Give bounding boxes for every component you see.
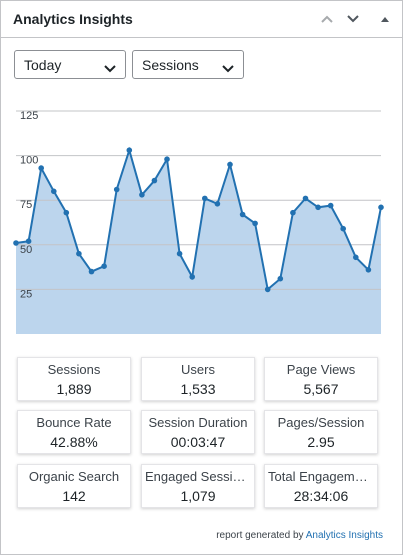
data-point[interactable]	[126, 147, 133, 153]
period-select-value: Today	[24, 56, 62, 73]
stat-label: Sessions	[47, 362, 101, 377]
data-point[interactable]	[340, 225, 347, 232]
y-tick-label: 25	[20, 288, 32, 300]
chevron-up-icon[interactable]	[317, 9, 337, 29]
chevron-down-icon	[104, 60, 116, 76]
stat-value: 00:03:47	[170, 434, 226, 450]
stat-label: Organic Search	[28, 469, 120, 484]
y-tick-label: 50	[20, 244, 32, 256]
data-point[interactable]	[365, 267, 372, 273]
data-point[interactable]	[38, 165, 44, 171]
data-point[interactable]	[189, 274, 195, 280]
data-point[interactable]	[264, 286, 271, 293]
stat-label: Session Duration	[148, 415, 248, 430]
data-point[interactable]	[214, 201, 221, 207]
stat-value: 2.95	[307, 434, 335, 450]
report-footer: report generated by Analytics Insights	[216, 530, 383, 541]
footer-link[interactable]: Analytics Insights	[306, 530, 383, 541]
stat-card: Organic Search 142	[17, 464, 131, 508]
y-tick-label: 100	[20, 155, 38, 167]
data-point[interactable]	[88, 268, 95, 275]
widget-title: Analytics Insights	[13, 11, 133, 27]
data-point[interactable]	[277, 275, 284, 282]
stat-card: Engaged Sessions 1,079	[141, 464, 255, 508]
chevron-down-icon	[222, 60, 234, 76]
data-point[interactable]	[151, 177, 158, 184]
widget-header: Analytics Insights	[1, 1, 402, 38]
y-tick-label: 125	[20, 110, 38, 122]
stat-value: 142	[62, 488, 86, 504]
stat-card: Page Views 5,567	[264, 357, 378, 401]
stat-card: Users 1,533	[141, 357, 255, 401]
stat-label: Pages/Session	[277, 415, 365, 430]
metric-select[interactable]: Sessions	[132, 50, 244, 79]
data-point[interactable]	[164, 156, 170, 162]
stat-label: Users	[181, 362, 215, 377]
data-point[interactable]	[139, 192, 145, 198]
stat-value: 1,079	[180, 488, 216, 504]
stat-value: 42.88%	[50, 434, 98, 450]
data-point[interactable]	[176, 250, 183, 257]
stat-label: Bounce Rate	[36, 415, 112, 430]
stat-card: Total Engagement Time 28:34:06	[264, 464, 378, 508]
footer-text: report generated by	[216, 530, 304, 541]
data-point[interactable]	[113, 186, 120, 193]
data-point[interactable]	[302, 195, 309, 202]
stat-card: Sessions 1,889	[17, 357, 131, 401]
data-point[interactable]	[327, 202, 334, 209]
stat-label: Page Views	[286, 362, 356, 377]
data-point[interactable]	[76, 250, 82, 257]
stat-card: Session Duration 00:03:47	[141, 410, 255, 454]
data-point[interactable]	[252, 220, 258, 227]
data-point[interactable]	[101, 263, 107, 269]
data-point[interactable]	[353, 254, 359, 261]
stat-value: 5,567	[303, 381, 339, 397]
analytics-widget: Analytics Insights Today Sessions 125 100…	[0, 0, 403, 555]
metric-select-value: Sessions	[142, 56, 199, 73]
data-point[interactable]	[239, 211, 246, 218]
data-point[interactable]	[13, 240, 19, 246]
data-point[interactable]	[227, 161, 233, 168]
data-point[interactable]	[202, 195, 208, 202]
stat-label: Total Engagement Time	[268, 469, 374, 484]
stat-value: 1,889	[56, 381, 92, 397]
stat-card: Bounce Rate 42.88%	[17, 410, 131, 454]
data-point[interactable]	[63, 209, 70, 216]
data-point[interactable]	[290, 209, 296, 216]
data-point[interactable]	[315, 204, 321, 211]
data-point[interactable]	[25, 238, 32, 244]
triangle-up-icon[interactable]	[375, 9, 395, 29]
stat-value: 28:34:06	[293, 488, 349, 504]
data-point[interactable]	[378, 204, 384, 211]
y-tick-label: 75	[20, 199, 32, 211]
sessions-area-chart: 125 100 75 50 25	[13, 110, 384, 334]
period-select[interactable]: Today	[14, 50, 126, 79]
stat-value: 1,533	[180, 381, 216, 397]
data-point[interactable]	[51, 188, 57, 195]
stat-label: Engaged Sessions	[145, 469, 251, 484]
chevron-down-icon[interactable]	[343, 9, 363, 29]
stat-card: Pages/Session 2.95	[264, 410, 378, 454]
